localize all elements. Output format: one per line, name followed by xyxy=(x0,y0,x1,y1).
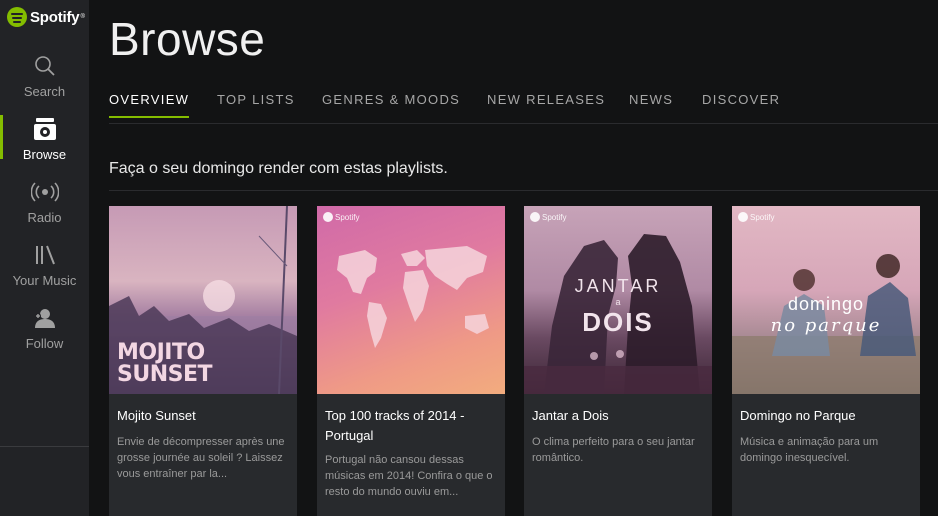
sidebar-item-search[interactable]: Search xyxy=(0,52,89,108)
playlist-card-top-100-portugal[interactable]: Spotify Top 100 tracks of 2014 - Portuga… xyxy=(317,206,505,516)
tab-top-lists[interactable]: TOP LISTS xyxy=(217,92,295,118)
playlist-cover[interactable]: Spotify xyxy=(317,206,505,394)
playlist-card-domingo-no-parque[interactable]: Spotify domingo no parque Domingo no Par… xyxy=(732,206,920,516)
spotify-icon xyxy=(7,7,27,27)
sidebar-item-label: Your Music xyxy=(12,273,77,288)
sidebar-divider xyxy=(0,446,89,447)
sidebar-item-browse[interactable]: Browse xyxy=(0,115,89,171)
playlist-description: O clima perfeito para o seu jantar român… xyxy=(532,436,695,464)
playlist-cover[interactable]: Spotify JANTAR a DOIS xyxy=(524,206,712,394)
radio-icon xyxy=(0,178,89,206)
browse-icon xyxy=(0,115,89,143)
tab-discover[interactable]: DISCOVER xyxy=(702,92,780,118)
cover-text: SUNSET xyxy=(117,362,213,387)
playlist-cover[interactable]: MOJITO SUNSET xyxy=(109,206,297,394)
brand-name: Spotify xyxy=(30,8,80,26)
sidebar-item-label: Browse xyxy=(22,147,67,162)
sidebar-item-follow[interactable]: Follow xyxy=(0,304,89,360)
playlist-description: Portugal não cansou dessas músicas em 20… xyxy=(325,454,493,498)
sidebar-item-label: Search xyxy=(23,84,66,99)
cover-text: a xyxy=(615,297,621,307)
cover-text: JANTAR xyxy=(574,276,662,296)
playlist-card-mojito-sunset[interactable]: MOJITO SUNSET Mojito Sunset Envie de déc… xyxy=(109,206,297,516)
tab-new-releases[interactable]: NEW RELEASES xyxy=(487,92,605,118)
playlist-title[interactable]: Mojito Sunset xyxy=(117,406,289,426)
playlist-title[interactable]: Domingo no Parque xyxy=(740,406,912,426)
follow-icon xyxy=(0,304,89,332)
search-icon xyxy=(0,52,89,80)
sidebar-item-label: Follow xyxy=(25,336,64,351)
section-divider xyxy=(109,190,938,191)
tab-overview[interactable]: OVERVIEW xyxy=(109,92,190,118)
browse-tabs: OVERVIEW TOP LISTS GENRES & MOODS NEW RE… xyxy=(109,92,938,124)
page-title: Browse xyxy=(109,13,266,65)
library-icon xyxy=(0,241,89,269)
cover-text: DOIS xyxy=(582,307,654,337)
sidebar-item-label: Radio xyxy=(27,210,62,225)
tab-genres-moods[interactable]: GENRES & MOODS xyxy=(322,92,460,118)
playlist-card-jantar-a-dois[interactable]: Spotify JANTAR a DOIS Jantar a Dois O cl… xyxy=(524,206,712,516)
playlist-title[interactable]: Top 100 tracks of 2014 - Portugal xyxy=(325,406,497,446)
playlist-description: Música e animação para um domingo inesqu… xyxy=(740,436,879,464)
cover-text: domingo xyxy=(787,294,865,314)
section-title: Faça o seu domingo render com estas play… xyxy=(109,160,448,177)
playlist-description: Envie de décompresser après une grosse j… xyxy=(117,436,285,480)
cover-text: no parque xyxy=(770,315,882,336)
cover-text: MOJITO xyxy=(117,340,205,365)
tab-news[interactable]: NEWS xyxy=(629,92,673,118)
sidebar: Spotify ® Search Browse Radio Your Music… xyxy=(0,0,89,516)
playlist-title[interactable]: Jantar a Dois xyxy=(532,406,704,426)
playlist-cover[interactable]: Spotify domingo no parque xyxy=(732,206,920,394)
sidebar-item-your-music[interactable]: Your Music xyxy=(0,241,89,297)
sidebar-item-radio[interactable]: Radio xyxy=(0,178,89,234)
spotify-logo[interactable]: Spotify ® xyxy=(7,6,85,28)
main-content: Browse OVERVIEW TOP LISTS GENRES & MOODS… xyxy=(89,0,938,516)
